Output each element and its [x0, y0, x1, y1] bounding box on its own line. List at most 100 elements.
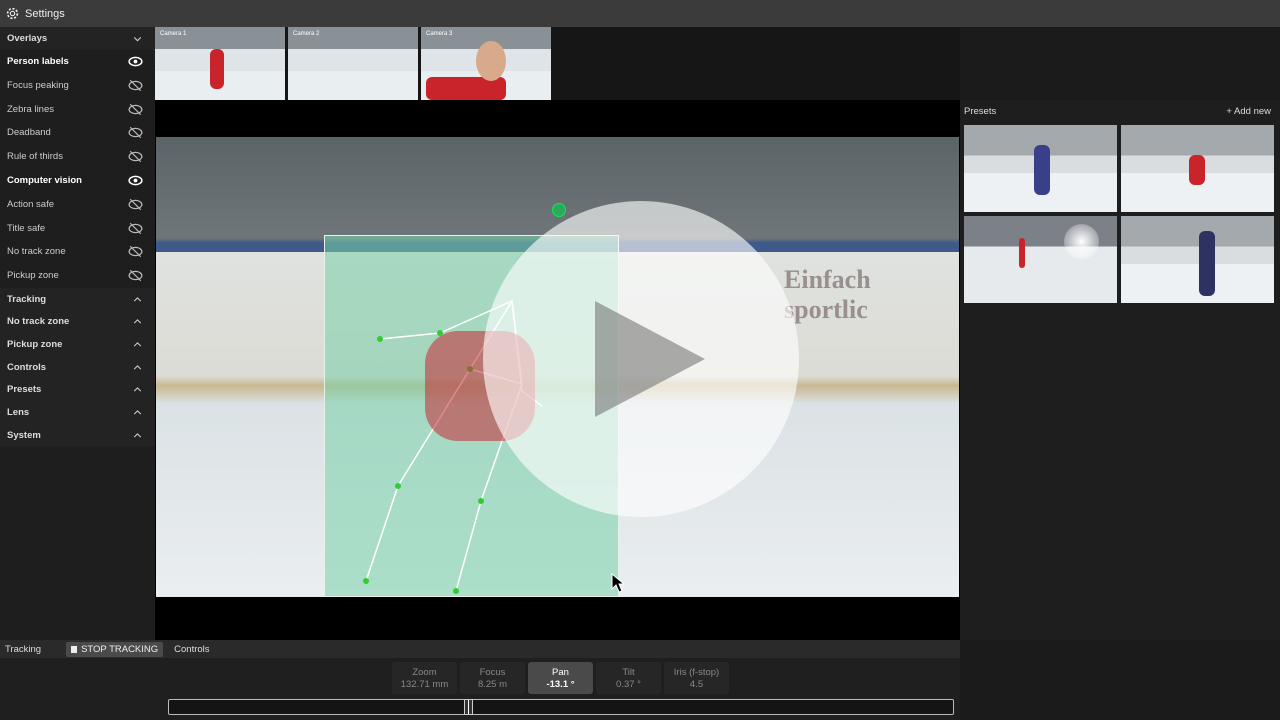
sidebar-item-label: Overlays — [7, 32, 48, 44]
eye-off-icon[interactable] — [128, 244, 143, 259]
sidebar-item-deadband[interactable]: Deadband — [0, 121, 155, 145]
eye-off-icon[interactable] — [128, 149, 143, 164]
slider-handle[interactable] — [463, 699, 473, 715]
control-value: 132.71 mm — [400, 679, 449, 690]
control-focus[interactable]: Focus 8.25 m — [460, 662, 525, 694]
sidebar-item-label: Zebra lines — [7, 103, 54, 115]
eye-off-icon[interactable] — [128, 197, 143, 212]
sidebar-item-label: Lens — [7, 406, 30, 418]
preset-thumbnail-4[interactable] — [1121, 216, 1274, 303]
control-value: 0.37 ° — [616, 679, 641, 690]
sidebar-item-label: Tracking — [7, 293, 47, 305]
camera-thumbnail-3[interactable]: Camera 3 — [421, 27, 551, 100]
rink-banner-text: Einfach sportlic — [784, 265, 871, 324]
sidebar-item-pickup-zone[interactable]: Pickup zone — [0, 333, 155, 356]
preset-thumbnail-3[interactable] — [964, 216, 1117, 303]
stop-tracking-label: STOP TRACKING — [81, 643, 159, 655]
sidebar-item-overlays[interactable]: Overlays — [0, 27, 155, 50]
mouse-cursor-icon — [611, 573, 625, 593]
camera-thumbnail-2[interactable]: Camera 2 — [288, 27, 418, 100]
chevron-up-icon[interactable] — [132, 407, 143, 418]
sidebar-item-label: Focus peaking — [7, 79, 69, 91]
control-label: Focus — [479, 667, 506, 678]
chevron-down-icon[interactable] — [132, 33, 143, 44]
control-pan[interactable]: Pan -13.1 ° — [528, 662, 593, 694]
bottom-panel: Tracking STOP TRACKING Controls Zoom 132.… — [0, 640, 960, 720]
video-player[interactable]: Einfach sportlic — [156, 137, 959, 597]
preset-thumbnail-2[interactable] — [1121, 125, 1274, 212]
camera-strip: Camera 1 Camera 2 Camera 3 — [155, 27, 960, 100]
stop-icon — [71, 645, 78, 653]
chevron-up-icon[interactable] — [132, 430, 143, 441]
sidebar-item-computer-vision[interactable]: Computer vision — [0, 169, 155, 193]
eye-icon[interactable] — [128, 173, 143, 188]
chevron-up-icon[interactable] — [132, 339, 143, 350]
sidebar-item-title-safe[interactable]: Title safe — [0, 216, 155, 240]
sidebar-item-no-track-zone[interactable]: No track zone — [0, 310, 155, 334]
sidebar-item-action-safe[interactable]: Action safe — [0, 192, 155, 216]
sidebar-item-focus-peaking[interactable]: Focus peaking — [0, 73, 155, 97]
camera-thumbnail-1[interactable]: Camera 1 — [155, 27, 285, 100]
sidebar-item-label: Action safe — [7, 198, 54, 210]
control-value: -13.1 ° — [546, 679, 575, 690]
control-zoom[interactable]: Zoom 132.71 mm — [392, 662, 457, 694]
eye-icon[interactable] — [128, 54, 143, 69]
tracking-target-marker[interactable] — [552, 203, 566, 217]
control-label: Tilt — [622, 667, 635, 678]
control-value: 4.5 — [689, 679, 704, 690]
presets-title: Presets — [964, 106, 997, 117]
eye-off-icon[interactable] — [128, 221, 143, 236]
eye-off-icon[interactable] — [128, 125, 143, 140]
top-bar: Settings — [0, 0, 1280, 27]
eye-off-icon[interactable] — [128, 78, 143, 93]
sidebar-item-lens[interactable]: Lens — [0, 401, 155, 424]
presets-panel: Presets + Add new — [960, 100, 1280, 640]
sidebar-item-label: Pickup zone — [7, 338, 63, 350]
sidebar-item-label: Computer vision — [7, 175, 82, 187]
pan-slider[interactable] — [168, 699, 954, 715]
sidebar-item-label: Presets — [7, 384, 42, 396]
eye-off-icon[interactable] — [128, 102, 143, 117]
camera-label: Camera 1 — [160, 31, 187, 37]
control-tilt[interactable]: Tilt 0.37 ° — [596, 662, 661, 694]
control-label: Zoom — [412, 667, 437, 678]
chevron-up-icon[interactable] — [132, 294, 143, 305]
chevron-up-icon[interactable] — [132, 316, 143, 327]
sidebar-item-controls[interactable]: Controls — [0, 355, 155, 379]
eye-off-icon[interactable] — [128, 268, 143, 283]
sidebar-item-label: Deadband — [7, 127, 51, 139]
control-value: 8.25 m — [477, 679, 508, 690]
sidebar-item-no-track-zone[interactable]: No track zone — [0, 240, 155, 264]
sidebar-item-label: No track zone — [7, 246, 66, 258]
stop-tracking-button[interactable]: STOP TRACKING — [66, 641, 164, 657]
control-iris-f-stop-[interactable]: Iris (f-stop) 4.5 — [664, 662, 729, 694]
control-label: Iris (f-stop) — [673, 667, 720, 678]
sidebar-item-label: Controls — [7, 361, 47, 373]
sidebar-item-label: Title safe — [7, 222, 46, 234]
tab-controls[interactable]: Controls — [169, 644, 214, 655]
play-button[interactable] — [483, 201, 799, 517]
sidebar-item-label: Person labels — [7, 56, 69, 68]
sidebar-item-label: Rule of thirds — [7, 151, 63, 163]
settings-sidebar: Overlays Person labels Focus peaking Zebra … — [0, 27, 155, 640]
sidebar-item-system[interactable]: System — [0, 423, 155, 447]
tab-tracking[interactable]: Tracking — [0, 644, 46, 655]
sidebar-item-zebra-lines[interactable]: Zebra lines — [0, 97, 155, 121]
preset-thumbnail-1[interactable] — [964, 125, 1117, 212]
sidebar-item-pickup-zone[interactable]: Pickup zone — [0, 264, 155, 288]
chevron-up-icon[interactable] — [132, 384, 143, 395]
sidebar-item-person-labels[interactable]: Person labels — [0, 50, 155, 74]
sidebar-item-label: No track zone — [7, 316, 70, 328]
gear-icon[interactable] — [6, 7, 19, 20]
camera-label: Camera 3 — [426, 31, 453, 37]
sidebar-item-presets[interactable]: Presets — [0, 378, 155, 402]
add-preset-button[interactable]: + Add new — [1226, 106, 1271, 125]
sidebar-item-label: Pickup zone — [7, 270, 59, 282]
camera-label: Camera 2 — [293, 31, 320, 37]
sidebar-item-label: System — [7, 429, 41, 441]
sidebar-item-rule-of-thirds[interactable]: Rule of thirds — [0, 145, 155, 169]
sidebar-item-tracking[interactable]: Tracking — [0, 287, 155, 311]
chevron-up-icon[interactable] — [132, 362, 143, 373]
control-label: Pan — [552, 667, 569, 678]
settings-title: Settings — [25, 7, 65, 20]
